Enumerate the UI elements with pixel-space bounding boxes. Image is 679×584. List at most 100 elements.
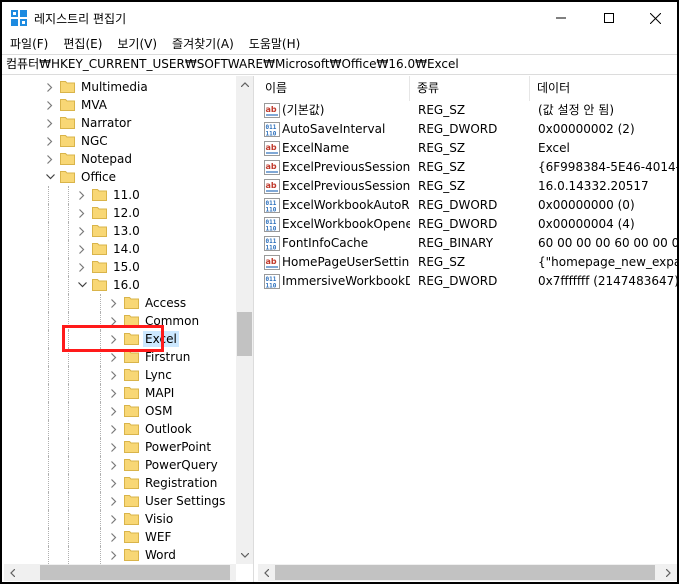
tree-node[interactable]: Word <box>4 546 236 564</box>
value-row[interactable]: 011110ImmersiveWorkbookD... REG_DWORD 0x7f… <box>258 272 677 291</box>
value-type-cell[interactable]: REG_SZ <box>418 140 530 157</box>
tree-node-label[interactable]: Lync <box>143 367 174 383</box>
chevron-right-icon[interactable] <box>109 438 119 456</box>
menu-edit[interactable]: 편집(E) <box>55 34 109 54</box>
tree-node-label[interactable]: Outlook <box>143 421 194 437</box>
chevron-right-icon[interactable] <box>109 420 119 438</box>
chevron-right-icon[interactable] <box>109 528 119 546</box>
tree-node[interactable]: 15.0 <box>4 258 236 276</box>
tree-node-label[interactable]: Word <box>143 547 178 563</box>
value-name-cell[interactable]: HomePageUserSettings <box>282 254 410 271</box>
value-type-cell[interactable]: REG_DWORD <box>418 121 530 138</box>
tree-node[interactable]: OSM <box>4 402 236 420</box>
tree-node-label[interactable]: Registration <box>143 475 219 491</box>
menu-favorites[interactable]: 즐겨찾기(A) <box>164 34 241 54</box>
tree-node[interactable]: Access <box>4 294 236 312</box>
value-row[interactable]: ab ExcelPreviousSessionId REG_SZ {6F998384-… <box>258 158 677 177</box>
value-name-cell[interactable]: ExcelWorkbookOpene... <box>282 216 410 233</box>
menu-help[interactable]: 도움말(H) <box>241 34 308 54</box>
tree-node[interactable]: WEF <box>4 528 236 546</box>
tree-node-label[interactable]: PowerPoint <box>143 439 213 455</box>
chevron-right-icon[interactable] <box>109 366 119 384</box>
tree-node[interactable]: 12.0 <box>4 204 236 222</box>
menu-file[interactable]: 파일(F) <box>2 34 55 54</box>
tree-node-label[interactable]: WEF <box>143 529 173 545</box>
chevron-right-icon[interactable] <box>45 132 55 150</box>
tree-node-label[interactable]: 11.0 <box>111 187 142 203</box>
tree-node-label[interactable]: MVA <box>79 97 109 113</box>
menu-view[interactable]: 보기(V) <box>109 34 164 54</box>
value-data-cell[interactable]: Excel <box>538 140 677 157</box>
tree-node[interactable]: User Settings <box>4 492 236 510</box>
chevron-right-icon[interactable] <box>77 186 87 204</box>
value-data-cell[interactable]: {"homepage_new_expande... <box>538 254 677 271</box>
value-type-cell[interactable]: REG_BINARY <box>418 235 530 252</box>
value-data-cell[interactable]: 0x7fffffff (2147483647) <box>538 273 677 290</box>
values-horizontal-scrollbar[interactable] <box>258 564 677 581</box>
value-type-cell[interactable]: REG_DWORD <box>418 216 530 233</box>
tree-node[interactable]: PowerPoint <box>4 438 236 456</box>
tree-node-label[interactable]: 16.0 <box>111 277 142 293</box>
value-data-cell[interactable]: (값 설정 안 됨) <box>538 102 677 119</box>
chevron-right-icon[interactable] <box>77 222 87 240</box>
value-data-cell[interactable]: 0x00000004 (4) <box>538 216 677 233</box>
tree-node[interactable]: Registration <box>4 474 236 492</box>
value-row[interactable]: ab HomePageUserSettings REG_SZ {"homepage_n… <box>258 253 677 272</box>
value-name-cell[interactable]: FontInfoCache <box>282 235 410 252</box>
tree-node[interactable]: Outlook <box>4 420 236 438</box>
chevron-down-icon[interactable] <box>45 168 55 186</box>
values-scroll-right-arrow-icon[interactable] <box>660 564 677 581</box>
tree-node-label[interactable]: Notepad <box>79 151 134 167</box>
value-type-cell[interactable]: REG_SZ <box>418 178 530 195</box>
tree-node-label[interactable]: Multimedia <box>79 79 150 95</box>
tree-node[interactable]: 14.0 <box>4 240 236 258</box>
value-data-cell[interactable]: 0x00000002 (2) <box>538 121 677 138</box>
value-row[interactable]: 011 110 ExcelWorkbookAutoR... REG_DWORD 0x00… <box>258 196 677 215</box>
tree-node[interactable]: PowerQuery <box>4 456 236 474</box>
value-name-cell[interactable]: AutoSaveInterval <box>282 121 410 138</box>
tree-node-label[interactable]: 14.0 <box>111 241 142 257</box>
tree-node[interactable]: MVA <box>4 96 236 114</box>
value-data-cell[interactable]: 16.0.14332.20517 <box>538 178 677 195</box>
title-bar[interactable]: 레지스트리 편집기 <box>2 2 677 34</box>
chevron-down-icon[interactable] <box>77 276 87 294</box>
tree-node[interactable]: Visio <box>4 510 236 528</box>
tree-horizontal-scrollbar[interactable] <box>4 564 236 581</box>
tree-node[interactable]: 13.0 <box>4 222 236 240</box>
chevron-right-icon[interactable] <box>109 546 119 564</box>
tree-node-label[interactable]: Visio <box>143 511 175 527</box>
tree-node[interactable]: MAPI <box>4 384 236 402</box>
value-name-cell[interactable]: (기본값) <box>282 102 410 119</box>
maximize-button[interactable] <box>586 2 632 34</box>
value-name-cell[interactable]: ExcelPreviousSessionId <box>282 159 410 176</box>
values-scroll-left-arrow-icon[interactable] <box>258 564 275 581</box>
tree-node-label[interactable]: 15.0 <box>111 259 142 275</box>
tree-vertical-scroll-thumb[interactable] <box>237 312 252 356</box>
tree-node[interactable]: Narrator <box>4 114 236 132</box>
value-row[interactable]: ab ExcelPreviousSession... REG_SZ 16.0.1433… <box>258 177 677 196</box>
chevron-right-icon[interactable] <box>45 114 55 132</box>
tree-node-label[interactable]: Access <box>143 295 188 311</box>
chevron-right-icon[interactable] <box>109 402 119 420</box>
chevron-right-icon[interactable] <box>109 384 119 402</box>
column-header-type[interactable]: 종류 <box>410 76 530 101</box>
value-name-cell[interactable]: ExcelWorkbookAutoR... <box>282 197 410 214</box>
tree-node[interactable]: Lync <box>4 366 236 384</box>
scroll-down-arrow-icon[interactable] <box>236 547 253 564</box>
chevron-right-icon[interactable] <box>77 240 87 258</box>
address-bar[interactable]: 컴퓨터₩HKEY_CURRENT_USER₩SOFTWARE₩Microsoft… <box>2 54 677 75</box>
tree-node-label[interactable]: PowerQuery <box>143 457 220 473</box>
value-name-cell[interactable]: ImmersiveWorkbookD... <box>282 273 410 290</box>
tree-vertical-scrollbar[interactable] <box>236 76 253 564</box>
value-name-cell[interactable]: ExcelName <box>282 140 410 157</box>
value-row[interactable]: 011 110 FontInfoCache REG_BINARY 60 00 00 00… <box>258 234 677 253</box>
tree-node-label[interactable]: 13.0 <box>111 223 142 239</box>
value-data-cell[interactable]: 0x00000000 (0) <box>538 197 677 214</box>
tree-node-label[interactable]: NGC <box>79 133 110 149</box>
chevron-right-icon[interactable] <box>45 96 55 114</box>
chevron-right-icon[interactable] <box>109 456 119 474</box>
value-row[interactable]: ab (기본값) REG_SZ (값 설정 안 됨) <box>258 101 677 120</box>
chevron-right-icon[interactable] <box>45 78 55 96</box>
value-row[interactable]: ab ExcelName REG_SZ Excel <box>258 139 677 158</box>
tree-horizontal-scroll-thumb[interactable] <box>40 565 230 580</box>
